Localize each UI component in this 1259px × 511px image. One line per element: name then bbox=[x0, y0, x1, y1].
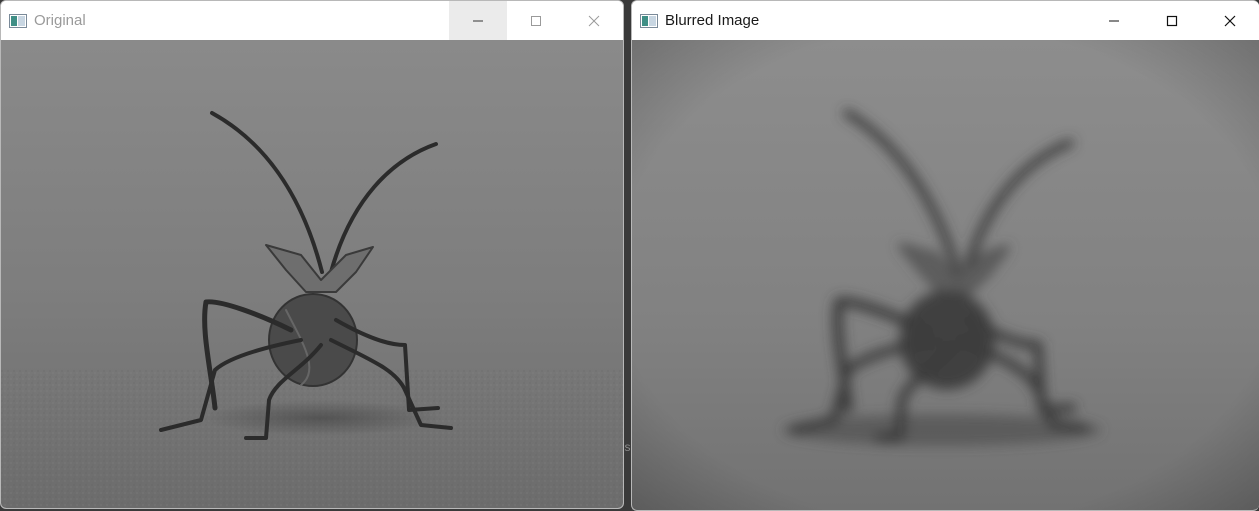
original-window[interactable]: Original bbox=[0, 0, 624, 509]
minimize-button[interactable] bbox=[449, 1, 507, 40]
close-icon bbox=[588, 15, 600, 26]
minimize-icon bbox=[473, 20, 483, 21]
image-canvas bbox=[632, 40, 1259, 510]
window-title: Blurred Image bbox=[665, 12, 760, 29]
blurred-image-window[interactable]: Blurred Image bbox=[631, 0, 1259, 511]
maximize-button[interactable] bbox=[1143, 1, 1201, 40]
title-bar[interactable]: Blurred Image bbox=[632, 1, 1259, 40]
background-text-fragment: s bbox=[624, 440, 631, 454]
original-photo bbox=[1, 40, 623, 508]
caption-buttons bbox=[1085, 1, 1259, 40]
app-icon bbox=[640, 13, 658, 28]
image-canvas bbox=[1, 40, 623, 508]
maximize-button[interactable] bbox=[507, 1, 565, 40]
window-title: Original bbox=[34, 12, 86, 29]
title-bar[interactable]: Original bbox=[1, 1, 623, 40]
minimize-button[interactable] bbox=[1085, 1, 1143, 40]
maximize-icon bbox=[531, 15, 541, 26]
blurred-photo bbox=[632, 40, 1259, 510]
close-button[interactable] bbox=[565, 1, 623, 40]
minimize-icon bbox=[1109, 20, 1119, 21]
close-button[interactable] bbox=[1201, 1, 1259, 40]
caption-buttons bbox=[449, 1, 623, 40]
desktop: Original s Blurred Image bbox=[0, 0, 1259, 511]
app-icon bbox=[9, 13, 27, 28]
close-icon bbox=[1224, 15, 1236, 26]
maximize-icon bbox=[1166, 15, 1178, 26]
